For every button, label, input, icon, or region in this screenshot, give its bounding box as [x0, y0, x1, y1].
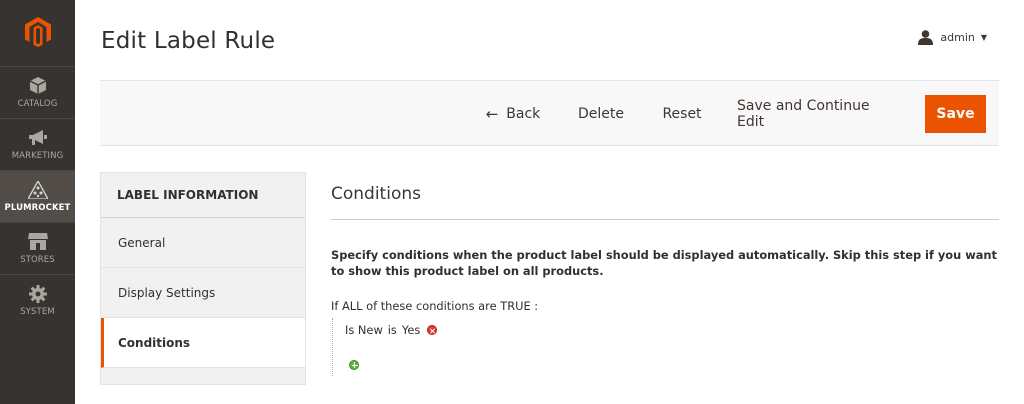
nav-system[interactable]: SYSTEM [0, 274, 75, 326]
section-divider [331, 219, 999, 220]
conditions-tree-line [332, 318, 333, 376]
reset-button[interactable]: Reset [660, 95, 704, 133]
condition-attribute[interactable]: Is New [345, 323, 383, 337]
label-information-tabs: LABEL INFORMATION General Display Settin… [100, 172, 306, 385]
aggregator-select[interactable]: ALL [342, 299, 362, 313]
gear-icon [28, 284, 47, 303]
condition-operator[interactable]: is [388, 323, 397, 337]
tabs-heading: LABEL INFORMATION [101, 173, 305, 218]
add-condition-icon[interactable] [349, 360, 359, 370]
delete-button[interactable]: Delete [576, 95, 626, 133]
value-select[interactable]: TRUE [500, 299, 530, 313]
magento-logo-icon [24, 17, 51, 47]
cond-prefix: If [331, 299, 339, 313]
tab-conditions[interactable]: Conditions [101, 318, 305, 368]
conditions-description: Specify conditions when the product labe… [331, 248, 997, 278]
nav-catalog-label: CATALOG [17, 98, 58, 109]
nav-marketing-label: MARKETING [11, 150, 64, 161]
nav-catalog[interactable]: CATALOG [0, 66, 75, 118]
nav-plumrocket[interactable]: PLUMROCKET [0, 170, 75, 222]
chevron-down-icon: ▼ [980, 33, 987, 42]
cond-suffix: : [534, 299, 539, 313]
nav-stores-label: STORES [20, 254, 55, 265]
back-button[interactable]: ← Back [484, 95, 542, 133]
plumrocket-icon [27, 180, 48, 199]
section-title: Conditions [331, 184, 421, 204]
page-title: Edit Label Rule [101, 28, 276, 54]
admin-sidebar: CATALOG MARKETING PLUMROCKET STORES SYST… [0, 0, 75, 404]
remove-condition-icon[interactable] [427, 325, 438, 335]
conditions-header: If ALL of these conditions are TRUE : [331, 299, 538, 313]
store-icon [27, 233, 48, 251]
admin-username: admin [940, 31, 975, 44]
arrow-left-icon: ← [485, 105, 499, 123]
page-actions-bar: ← Back Delete Reset Save and Continue Ed… [100, 80, 999, 146]
condition-value[interactable]: Yes [402, 323, 420, 337]
cond-middle: of these conditions are [366, 299, 497, 313]
save-button[interactable]: Save [925, 95, 986, 133]
back-button-label: Back [506, 106, 541, 122]
save-and-continue-button[interactable]: Save and Continue Edit [737, 95, 900, 133]
tab-display-settings[interactable]: Display Settings [101, 268, 305, 318]
nav-plumrocket-label: PLUMROCKET [4, 202, 71, 213]
box-icon [29, 77, 46, 95]
magento-logo[interactable] [0, 0, 75, 64]
nav-system-label: SYSTEM [20, 306, 55, 317]
nav-marketing[interactable]: MARKETING [0, 118, 75, 170]
tab-general[interactable]: General [101, 218, 305, 268]
condition-row: Is New is Yes [345, 323, 442, 337]
megaphone-icon [28, 129, 47, 147]
admin-user-menu[interactable]: admin ▼ [918, 30, 987, 45]
user-icon [918, 30, 934, 45]
nav-stores[interactable]: STORES [0, 222, 75, 274]
